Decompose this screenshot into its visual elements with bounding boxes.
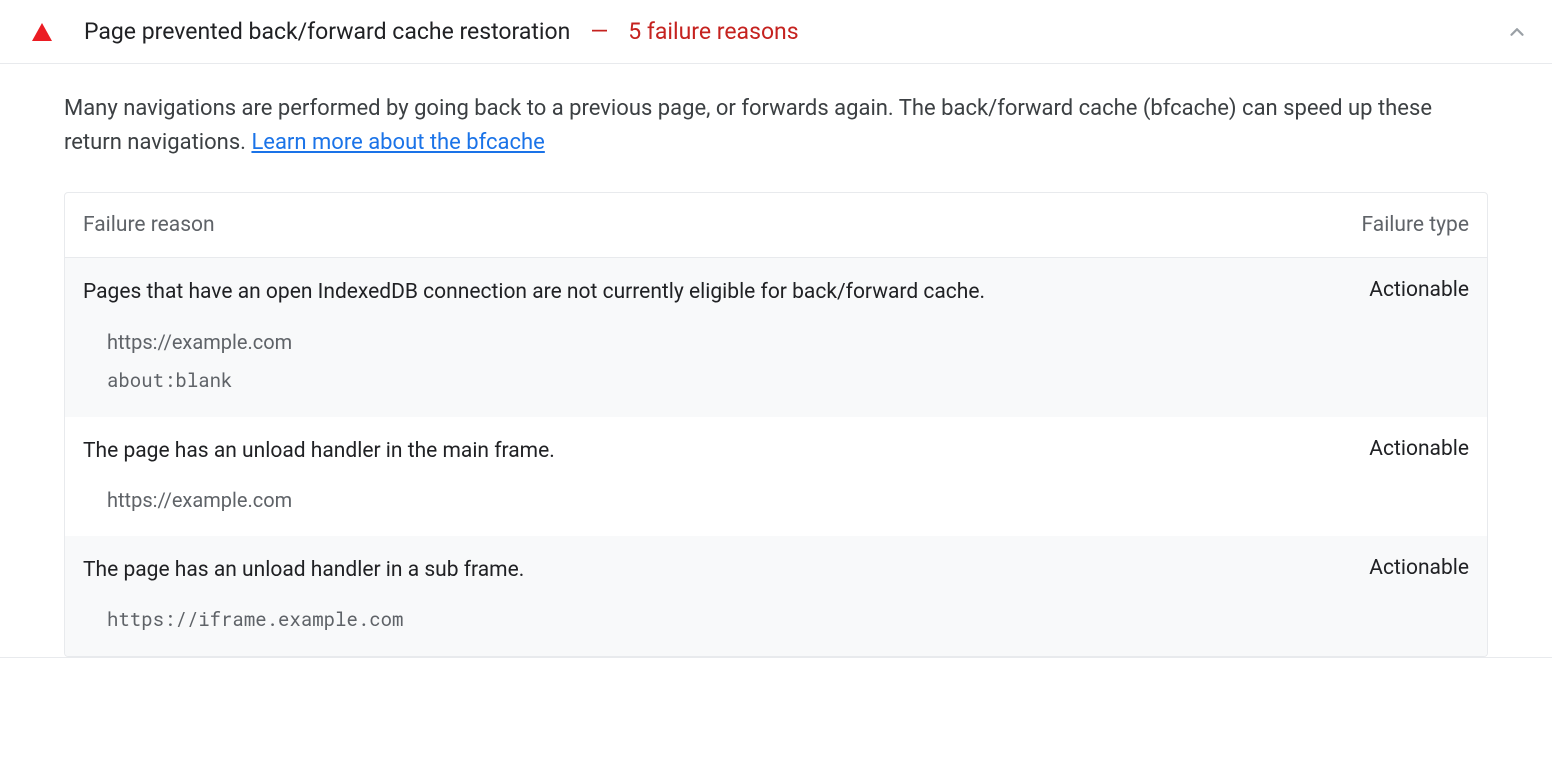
dash-separator: — (590, 18, 608, 45)
audit-body: Many navigations are performed by going … (0, 64, 1552, 657)
warning-triangle-icon (32, 23, 52, 41)
failure-count: 5 failure reasons (628, 18, 798, 45)
failure-type: Actionable (1269, 278, 1469, 307)
learn-more-link[interactable]: Learn more about the bfcache (251, 130, 544, 155)
table-row: The page has an unload handler in the ma… (65, 417, 1487, 536)
failure-table: Failure reason Failure type Pages that h… (64, 192, 1488, 657)
col-header-reason: Failure reason (83, 213, 1269, 237)
col-header-type: Failure type (1269, 213, 1469, 237)
table-row: The page has an unload handler in a sub … (65, 536, 1487, 656)
audit-title: Page prevented back/forward cache restor… (84, 18, 570, 45)
failure-reason: The page has an unload handler in a sub … (83, 556, 1269, 585)
url-list: https://example.com about:blank (83, 324, 1469, 393)
failure-reason: Pages that have an open IndexedDB connec… (83, 278, 1269, 307)
failure-type: Actionable (1269, 556, 1469, 585)
chevron-up-icon[interactable] (1506, 21, 1528, 43)
failure-reason: The page has an unload handler in the ma… (83, 437, 1269, 466)
audit-header[interactable]: Page prevented back/forward cache restor… (0, 0, 1552, 64)
table-row: Pages that have an open IndexedDB connec… (65, 258, 1487, 416)
failure-url: https://example.com (107, 488, 1469, 512)
failure-url: https://example.com (107, 330, 1469, 354)
table-header-row: Failure reason Failure type (65, 193, 1487, 258)
audit-description: Many navigations are performed by going … (64, 92, 1488, 160)
failure-url: about:blank (107, 368, 1469, 393)
url-list: https://iframe.example.com (83, 601, 1469, 632)
url-list: https://example.com (83, 482, 1469, 512)
failure-url: https://iframe.example.com (107, 607, 1469, 632)
failure-type: Actionable (1269, 437, 1469, 466)
